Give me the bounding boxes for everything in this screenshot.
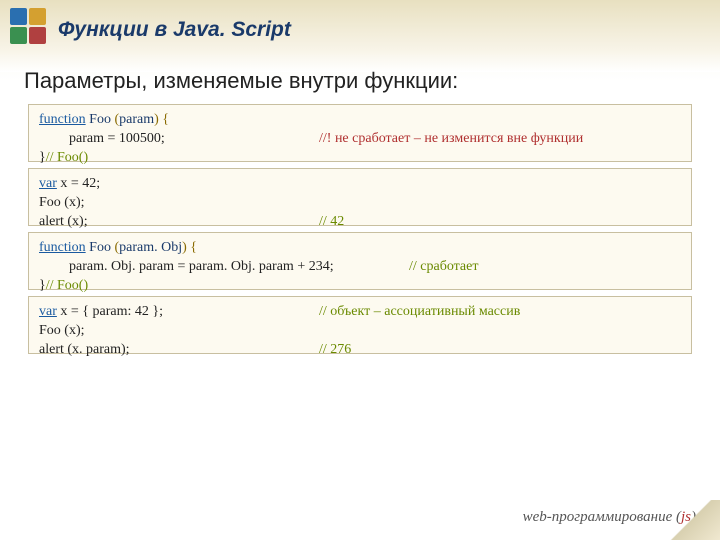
code-line: alert (x. param); // 276 bbox=[39, 341, 681, 360]
statement: x = { param: 42 }; bbox=[57, 304, 163, 319]
code-line: var x = 42; bbox=[39, 175, 681, 194]
code-line: }// Foo() bbox=[39, 149, 681, 168]
code-block-1: function Foo (param) { param = 100500; /… bbox=[28, 104, 692, 162]
paren: ) { bbox=[182, 240, 197, 255]
code-block-4: var x = { param: 42 }; // объект – ассоц… bbox=[28, 296, 692, 354]
param: param. Obj bbox=[119, 240, 182, 255]
identifier: Foo bbox=[86, 112, 115, 127]
paren: ) { bbox=[154, 112, 169, 127]
comment: // 276 bbox=[319, 341, 351, 360]
brace: } bbox=[39, 150, 46, 165]
statement: alert (x. param); bbox=[39, 342, 130, 357]
code-line: Foo (x); bbox=[39, 322, 681, 341]
statement: alert (x); bbox=[39, 214, 88, 229]
code-line: param = 100500; //! не сработает – не из… bbox=[39, 130, 681, 149]
statement: x = 42; bbox=[57, 176, 100, 191]
comment: // 42 bbox=[319, 213, 344, 232]
code-line: Foo (x); bbox=[39, 194, 681, 213]
keyword-var: var bbox=[39, 176, 57, 191]
code-line: var x = { param: 42 }; // объект – ассоц… bbox=[39, 303, 681, 322]
code-line: function Foo (param. Obj) { bbox=[39, 239, 681, 258]
keyword-function: function bbox=[39, 240, 86, 255]
keyword-var: var bbox=[39, 304, 57, 319]
statement: param = 100500; bbox=[39, 130, 165, 149]
statement: param. Obj. param = param. Obj. param + … bbox=[39, 258, 334, 277]
code-line: function Foo (param) { bbox=[39, 111, 681, 130]
code-block-2: var x = 42; Foo (x); alert (x); // 42 bbox=[28, 168, 692, 226]
brace: } bbox=[39, 278, 46, 293]
slide-title: Функции в Java. Script bbox=[58, 18, 291, 42]
comment: // Foo() bbox=[46, 150, 88, 165]
keyword-function: function bbox=[39, 112, 86, 127]
comment: // сработает bbox=[409, 258, 478, 277]
code-line: }// Foo() bbox=[39, 277, 681, 296]
footer-label: web-программирование ( bbox=[523, 509, 681, 525]
identifier: Foo bbox=[86, 240, 115, 255]
comment: // Foo() bbox=[46, 278, 88, 293]
code-line: alert (x); // 42 bbox=[39, 213, 681, 232]
code-block-3: function Foo (param. Obj) { param. Obj. … bbox=[28, 232, 692, 290]
comment-warning: //! не сработает – не изменится вне функ… bbox=[319, 130, 583, 149]
logo-icon bbox=[10, 8, 46, 44]
code-line: param. Obj. param = param. Obj. param + … bbox=[39, 258, 681, 277]
param: param bbox=[119, 112, 154, 127]
comment: // объект – ассоциативный массив bbox=[319, 303, 520, 322]
slide-subtitle: Параметры, изменяемые внутри функции: bbox=[24, 68, 458, 94]
page-curl-icon bbox=[664, 500, 720, 540]
